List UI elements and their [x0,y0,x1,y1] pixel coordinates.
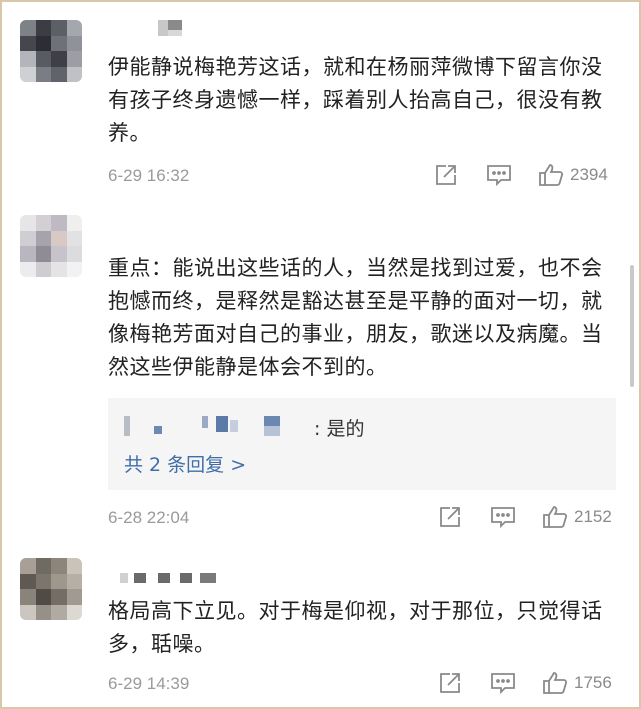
reply-line: : 是的 [124,414,604,440]
comment-time: 6-29 16:32 [108,166,190,185]
share-icon [436,165,456,185]
share-button[interactable] [438,671,462,695]
thumbs-up-icon [539,164,564,186]
reply-username-blurred [124,416,130,436]
thumbs-up-icon [543,506,568,528]
reply-button[interactable] [486,163,512,187]
avatar[interactable] [20,215,82,277]
username-blurred[interactable] [108,567,228,583]
like-button[interactable]: 2152 [542,505,612,529]
comment-text: 格局高下立见。对于梅是仰视，对于那位，只觉得话多，聒噪。 [108,599,603,656]
comment-icon [487,165,511,187]
like-button[interactable]: 1756 [542,671,612,695]
scrollbar[interactable] [630,265,634,387]
comment-icon [491,673,515,695]
reply-preview[interactable]: : 是的 共 2 条回复 > [108,398,616,490]
share-button[interactable] [434,163,458,187]
comment-icon [491,507,515,529]
share-button[interactable] [438,505,462,529]
comment-text: 重点：能说出这些话的人，当然是找到过爱，也不会抱憾而终，是释然是豁达甚至是平静的… [108,256,603,379]
share-icon [440,673,460,693]
comment-time: 6-29 14:39 [108,674,190,693]
like-count: 2152 [574,507,612,526]
username-blurred[interactable] [108,20,188,36]
like-count: 2394 [570,165,608,184]
avatar[interactable] [20,558,82,620]
like-button[interactable]: 2394 [538,163,608,187]
comment-time: 6-28 22:04 [108,508,190,527]
avatar[interactable] [20,20,82,82]
thumbs-up-icon [543,672,568,694]
like-count: 1756 [574,673,612,692]
comment-text: 伊能静说梅艳芳这话，就和在杨丽萍微博下留言你没有孩子终身遗憾一样，踩着别人抬高自… [108,55,603,145]
reply-button[interactable] [490,505,516,529]
reply-button[interactable] [490,671,516,695]
share-icon [440,507,460,527]
reply-text: : 是的 [314,418,365,440]
view-more-replies-link[interactable]: 共 2 条回复 > [124,450,246,477]
